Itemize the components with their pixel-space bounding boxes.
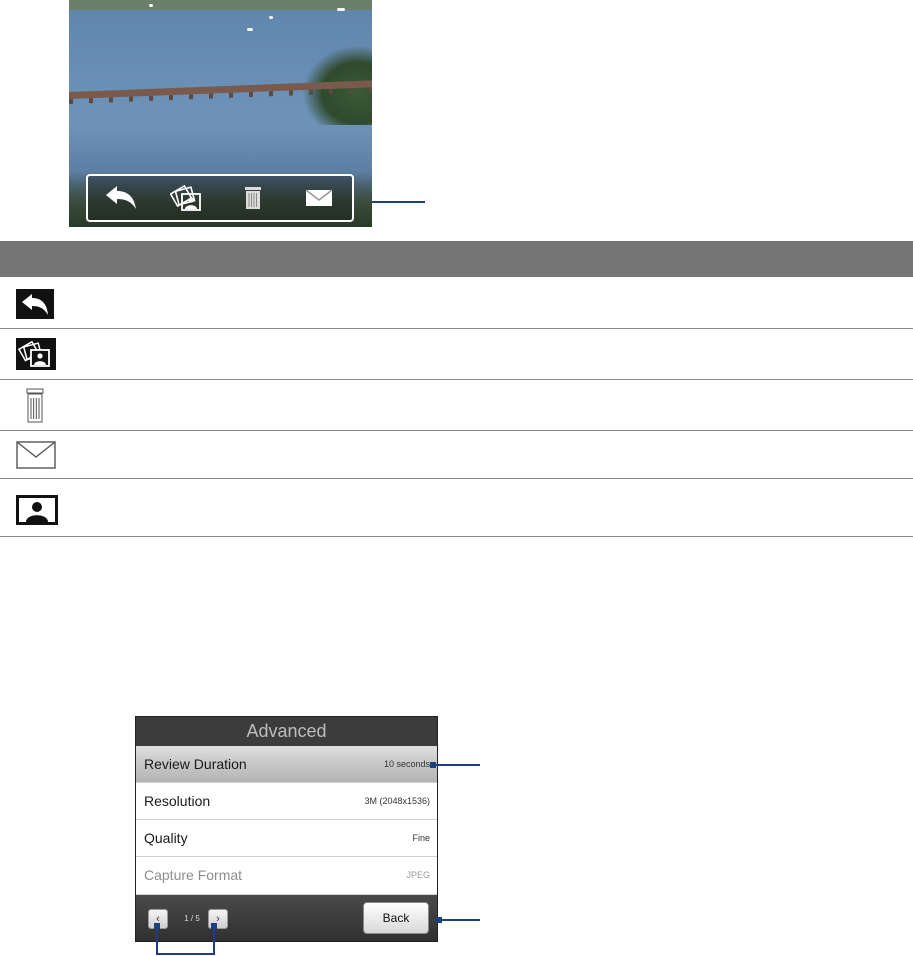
boat: [247, 28, 253, 31]
back-button[interactable]: [101, 181, 141, 215]
setting-value: 3M (2048x1536): [364, 796, 430, 806]
setting-label: Resolution: [144, 793, 211, 809]
toolbar-callout-line: [372, 201, 425, 203]
album-icon: [170, 184, 201, 211]
table-row: [0, 479, 913, 537]
trash-icon: [26, 388, 44, 423]
advanced-screen: Advanced Review Duration 10 seconds Reso…: [135, 716, 438, 942]
setting-value: 10 seconds: [383, 759, 430, 769]
boat: [337, 8, 345, 11]
screen-footer: ‹ 1 / 5 › Back: [136, 895, 437, 941]
setting-quality[interactable]: Quality Fine: [136, 820, 437, 857]
review-toolbar: [86, 174, 354, 222]
table-row: [0, 277, 913, 329]
nav-callout-line-left: [156, 929, 158, 955]
delete-button[interactable]: [233, 181, 273, 215]
review-duration-callout-line: [436, 764, 480, 766]
album-icon: [16, 338, 56, 370]
setting-capture-format[interactable]: Capture Format JPEG: [136, 857, 437, 895]
mail-icon: [16, 441, 56, 469]
send-button[interactable]: [299, 181, 339, 215]
setting-label: Quality: [144, 830, 188, 846]
trash-icon: [245, 187, 261, 209]
nav-callout-line-right: [213, 929, 215, 955]
table-row: [0, 380, 913, 431]
boat: [269, 16, 273, 19]
back-callout-line: [442, 919, 480, 921]
mail-icon: [305, 189, 333, 206]
back-button[interactable]: Back: [363, 902, 429, 934]
table-row: [0, 329, 913, 380]
page-indicator: 1 / 5: [184, 914, 200, 923]
review-photo: [69, 0, 372, 227]
table-row: [0, 431, 913, 479]
back-arrow-icon: [16, 289, 54, 319]
boat: [149, 4, 153, 7]
setting-value: JPEG: [406, 870, 430, 880]
setting-label: Capture Format: [144, 867, 243, 883]
album-button[interactable]: [167, 181, 207, 215]
setting-resolution[interactable]: Resolution 3M (2048x1536): [136, 783, 437, 820]
contact-picture-icon: [16, 495, 58, 525]
far-shore: [69, 0, 372, 10]
nav-callout-line-bottom: [156, 953, 215, 955]
back-arrow-icon: [106, 186, 136, 209]
setting-label: Review Duration: [144, 756, 247, 772]
setting-value: Fine: [412, 833, 430, 843]
table-header: [0, 241, 913, 277]
screen-title: Advanced: [246, 721, 327, 741]
setting-review-duration[interactable]: Review Duration 10 seconds: [136, 746, 437, 783]
